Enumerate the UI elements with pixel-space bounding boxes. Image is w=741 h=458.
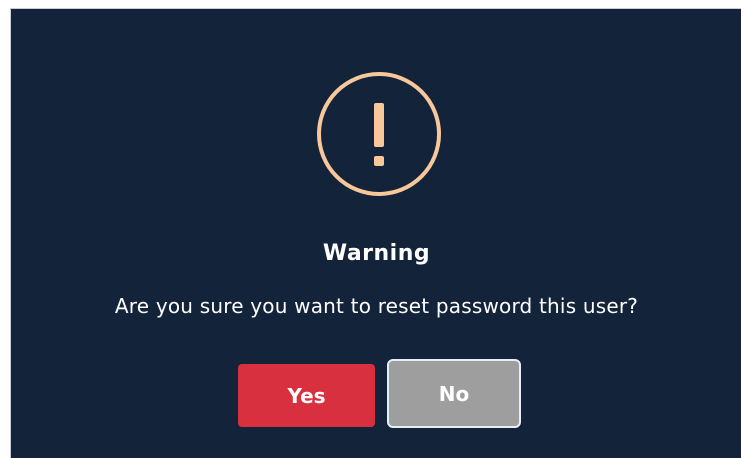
warning-exclamation-icon — [317, 72, 441, 196]
no-button[interactable]: No — [387, 359, 521, 428]
exclamation-dot — [374, 156, 384, 166]
dialog-message: Are you sure you want to reset password … — [114, 294, 639, 318]
warning-dialog: Warning Are you sure you want to reset p… — [10, 8, 741, 458]
exclamation-bar — [374, 103, 384, 147]
yes-button[interactable]: Yes — [238, 364, 375, 427]
dialog-title: Warning — [322, 241, 431, 266]
